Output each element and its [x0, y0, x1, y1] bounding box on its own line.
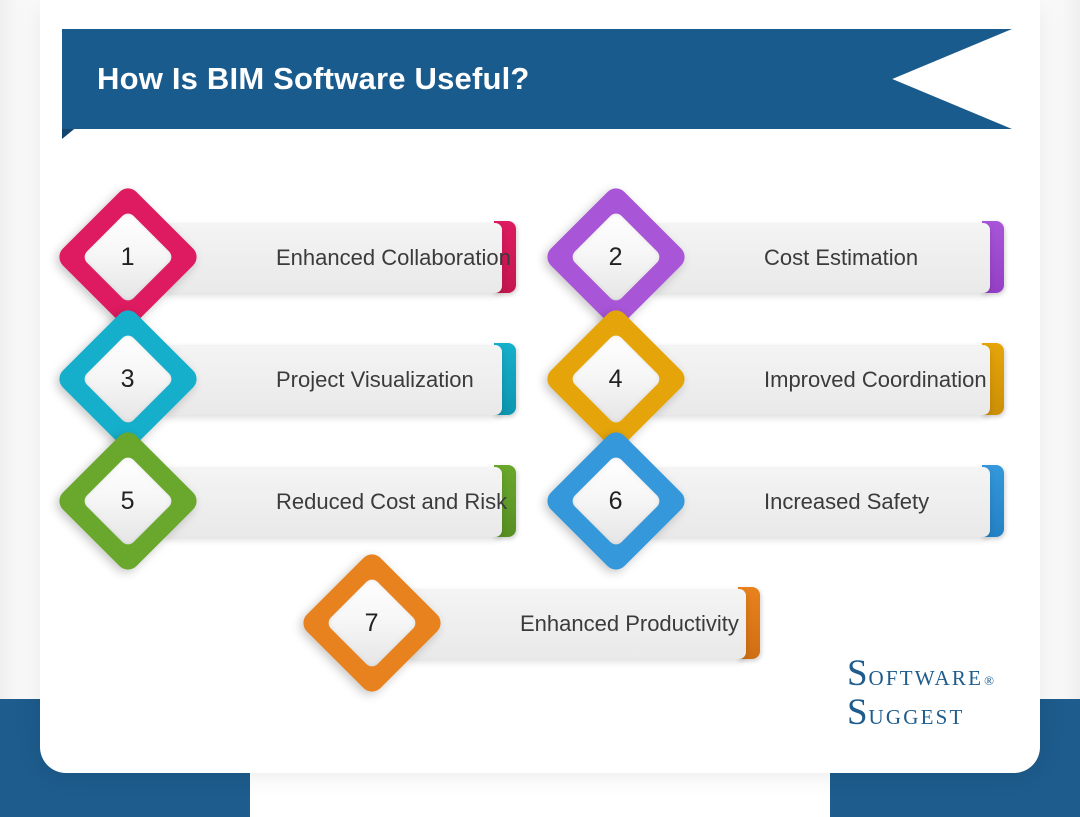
- benefit-label: Cost Estimation: [764, 245, 919, 270]
- number-diamond-icon: 4: [542, 305, 690, 453]
- benefit-item-3[interactable]: Project Visualization 3: [54, 305, 516, 453]
- number-diamond-icon: 3: [54, 305, 202, 453]
- content-card: How Is BIM Software Useful? Enhanced Col…: [40, 0, 1040, 773]
- benefit-item-2[interactable]: Cost Estimation 2: [542, 183, 1004, 331]
- benefit-item-4[interactable]: Improved Coordination 4: [542, 305, 1004, 453]
- benefit-item-1[interactable]: Enhanced Collaboration 1: [54, 183, 516, 331]
- logo-capital-s-1: S: [846, 653, 868, 694]
- diamond-inner: 4: [569, 332, 663, 426]
- benefit-item-7[interactable]: Enhanced Productivity 7: [298, 549, 760, 697]
- registered-trademark-icon: ®: [984, 673, 994, 688]
- benefits-row: Enhanced Collaboration 1 Cost Estimation 2: [40, 183, 1040, 331]
- benefit-item-6[interactable]: Increased Safety 6: [542, 427, 1004, 575]
- benefit-number: 4: [609, 364, 623, 393]
- benefit-label: Enhanced Productivity: [520, 611, 739, 636]
- benefits-row: Reduced Cost and Risk 5 Increased Safety 6: [40, 427, 1040, 575]
- number-diamond-icon: 2: [542, 183, 690, 331]
- benefit-number: 2: [609, 242, 623, 271]
- benefit-pill[interactable]: Reduced Cost and Risk: [162, 467, 507, 537]
- diamond-inner: 5: [81, 454, 175, 548]
- benefit-number: 6: [609, 486, 623, 515]
- benefit-pill[interactable]: Increased Safety: [650, 467, 990, 537]
- logo-word-suggest: UGGEST: [868, 705, 965, 729]
- diamond-inner: 3: [81, 332, 175, 426]
- diamond-inner: 2: [569, 210, 663, 304]
- benefits-list: Enhanced Collaboration 1 Cost Estimation 2 P…: [40, 183, 1040, 697]
- benefit-label: Improved Coordination: [764, 367, 987, 392]
- number-diamond-icon: 1: [54, 183, 202, 331]
- number-diamond-icon: 6: [542, 427, 690, 575]
- benefit-item-5[interactable]: Reduced Cost and Risk 5: [54, 427, 516, 575]
- diamond-inner: 7: [325, 576, 419, 670]
- benefit-label: Project Visualization: [276, 367, 474, 392]
- logo-line-2: S UGGEST: [847, 694, 994, 731]
- logo-line-1: S OFTWARE ®: [847, 655, 994, 692]
- number-diamond-icon: 7: [298, 549, 446, 697]
- infographic-stage: How Is BIM Software Useful? Enhanced Col…: [0, 0, 1080, 817]
- benefit-number: 7: [365, 608, 379, 637]
- benefit-pill[interactable]: Enhanced Productivity: [406, 589, 746, 659]
- ribbon-banner: How Is BIM Software Useful?: [62, 29, 1012, 129]
- diamond-inner: 1: [81, 210, 175, 304]
- benefit-number: 1: [121, 242, 135, 271]
- benefit-label: Increased Safety: [764, 489, 930, 514]
- header-ribbon: How Is BIM Software Useful?: [62, 29, 1012, 139]
- logo-word-software: OFTWARE: [868, 666, 984, 690]
- page-title: How Is BIM Software Useful?: [97, 61, 530, 96]
- benefit-label: Reduced Cost and Risk: [276, 489, 508, 514]
- logo-capital-s-2: S: [846, 692, 868, 733]
- benefit-pill[interactable]: Improved Coordination: [650, 345, 990, 415]
- benefits-row: Project Visualization 3 Improved Coordinat…: [40, 305, 1040, 453]
- benefit-pill[interactable]: Enhanced Collaboration: [162, 223, 511, 293]
- benefit-label: Enhanced Collaboration: [276, 245, 511, 270]
- number-diamond-icon: 5: [54, 427, 202, 575]
- softwaresuggest-logo: S OFTWARE ® S UGGEST: [847, 655, 994, 731]
- benefit-number: 5: [121, 486, 135, 515]
- benefit-number: 3: [121, 364, 135, 393]
- benefit-pill[interactable]: Project Visualization: [162, 345, 502, 415]
- benefit-pill[interactable]: Cost Estimation: [650, 223, 990, 293]
- diamond-inner: 6: [569, 454, 663, 548]
